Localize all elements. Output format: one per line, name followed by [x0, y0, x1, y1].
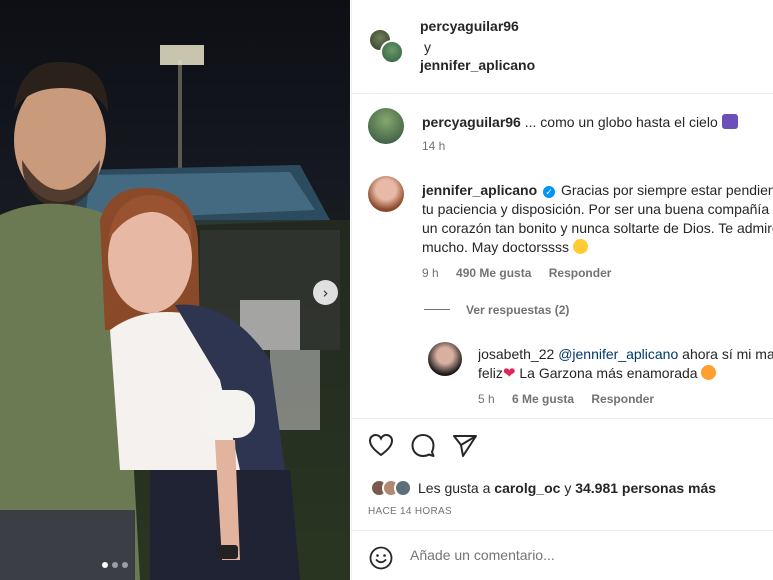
- avatar[interactable]: [380, 40, 404, 64]
- reply-username[interactable]: josabeth_22: [478, 346, 554, 362]
- carousel-dot: [112, 562, 118, 568]
- carousel-dot: [102, 562, 108, 568]
- likes-user[interactable]: carolg_oc: [494, 480, 560, 496]
- share-icon[interactable]: [452, 433, 478, 457]
- reply-reply-button[interactable]: Responder: [591, 392, 654, 406]
- caption-text: percyaguilar96 ... como un globo hasta e…: [422, 113, 773, 132]
- reply-text: josabeth_22 @jennifer_aplicano ahora sí …: [478, 345, 773, 383]
- avatar[interactable]: [428, 342, 462, 376]
- reply-meta: 5 h 6 Me gusta Responder: [478, 392, 668, 406]
- photo-illustration: [0, 45, 350, 580]
- reply-line: ahora sí mi mamá está: [682, 346, 773, 362]
- comment-input[interactable]: [410, 547, 750, 563]
- comment-text: jennifer_aplicano ✓ Gracias por siempre …: [422, 181, 773, 257]
- music-emoji-icon: [721, 114, 738, 129]
- likes-count[interactable]: 34.981 personas más: [575, 480, 716, 496]
- caption-time: 14 h: [422, 139, 446, 153]
- carousel-dots: [102, 562, 128, 568]
- reply-line: feliz: [478, 365, 503, 381]
- likes-prefix: Les gusta a: [418, 480, 491, 496]
- avatar: [394, 479, 412, 497]
- avatar[interactable]: [368, 108, 404, 144]
- reply-line: La Garzona más enamorada: [519, 365, 698, 381]
- heart-emoji-icon: ❤: [502, 365, 516, 382]
- post-details-panel: percyaguilar96 y jennifer_aplicano percy…: [351, 0, 773, 580]
- reply-mention[interactable]: @jennifer_aplicano: [558, 346, 678, 362]
- comment-line: Gracias por siempre estar pendiente de m…: [560, 182, 773, 198]
- view-replies-button[interactable]: Ver respuestas (2): [424, 303, 569, 317]
- heart-icon[interactable]: [368, 433, 394, 457]
- comment-likes[interactable]: 490 Me gusta: [456, 266, 531, 280]
- comment-meta: 9 h 490 Me gusta Responder: [422, 266, 625, 280]
- comment-username[interactable]: jennifer_aplicano: [422, 182, 537, 198]
- comment-time: 9 h: [422, 266, 439, 280]
- likes-conjunction: y: [564, 480, 572, 496]
- reply-time: 5 h: [478, 392, 495, 406]
- smile-emoji-icon: [572, 239, 588, 254]
- caption-body: ... como un globo hasta el cielo: [524, 114, 718, 130]
- post-actions: Les gusta a carolg_oc y 34.981 personas …: [352, 418, 773, 538]
- reply-button[interactable]: Responder: [549, 266, 612, 280]
- collab-username[interactable]: jennifer_aplicano: [420, 57, 535, 73]
- post-photo[interactable]: ›: [0, 0, 350, 580]
- post-header: percyaguilar96 y jennifer_aplicano: [352, 0, 773, 94]
- post-timestamp: HACE 14 HORAS: [368, 506, 452, 517]
- comment-icon[interactable]: [410, 433, 436, 457]
- carousel-dot: [122, 562, 128, 568]
- comment-line: mucho. May doctorssss: [422, 239, 570, 255]
- action-icons: [368, 433, 478, 457]
- author-username[interactable]: percyaguilar96: [420, 18, 519, 34]
- likes-text: Les gusta a carolg_oc y 34.981 personas …: [418, 480, 716, 496]
- comment-line: tu paciencia y disposición. Por ser una …: [422, 201, 773, 217]
- comment-bar: [352, 530, 773, 580]
- avatar[interactable]: [368, 176, 404, 212]
- reply-likes[interactable]: 6 Me gusta: [512, 392, 574, 406]
- comment-line: un corazón tan bonito y nunca soltarte d…: [422, 220, 773, 236]
- chevron-right-icon: ›: [322, 283, 329, 302]
- carousel-next-button[interactable]: ›: [313, 280, 338, 305]
- caption-username[interactable]: percyaguilar96: [422, 114, 521, 130]
- likes-summary[interactable]: Les gusta a carolg_oc y 34.981 personas …: [370, 479, 716, 497]
- collab-avatars[interactable]: [368, 28, 404, 64]
- heart-eyes-emoji-icon: [701, 365, 717, 380]
- verified-badge-icon: ✓: [543, 186, 556, 198]
- emoji-picker-icon[interactable]: [369, 546, 393, 570]
- collab-conjunction: y: [424, 39, 431, 55]
